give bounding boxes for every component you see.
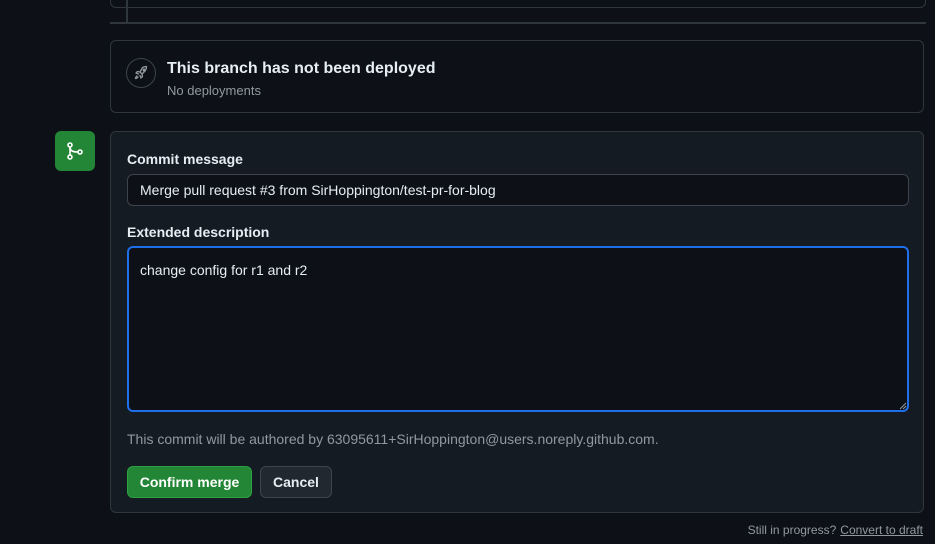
draft-prompt: Still in progress? <box>747 523 837 537</box>
confirm-merge-button[interactable]: Confirm merge <box>127 466 252 498</box>
extended-description-textarea[interactable]: change config for r1 and r2 <box>127 246 909 412</box>
previous-section-box <box>110 0 926 8</box>
page: This branch has not been deployed No dep… <box>0 0 935 544</box>
convert-to-draft-link[interactable]: Convert to draft <box>840 523 923 537</box>
deployment-status-box: This branch has not been deployed No dep… <box>110 40 924 113</box>
extended-description-label: Extended description <box>127 224 270 240</box>
timeline-line <box>126 0 128 22</box>
resize-handle-icon[interactable] <box>899 402 907 410</box>
commit-message-input[interactable] <box>127 174 909 206</box>
deployment-subtitle: No deployments <box>167 83 261 98</box>
section-divider <box>110 22 926 24</box>
git-merge-icon <box>55 131 95 171</box>
cancel-button[interactable]: Cancel <box>260 466 332 498</box>
merge-form: Commit message Extended description chan… <box>110 131 924 513</box>
commit-message-label: Commit message <box>127 151 243 167</box>
rocket-icon <box>126 58 156 88</box>
deployment-title: This branch has not been deployed <box>167 60 436 77</box>
commit-author-note: This commit will be authored by 63095611… <box>127 431 659 447</box>
draft-footer: Still in progress? Convert to draft <box>748 523 923 537</box>
